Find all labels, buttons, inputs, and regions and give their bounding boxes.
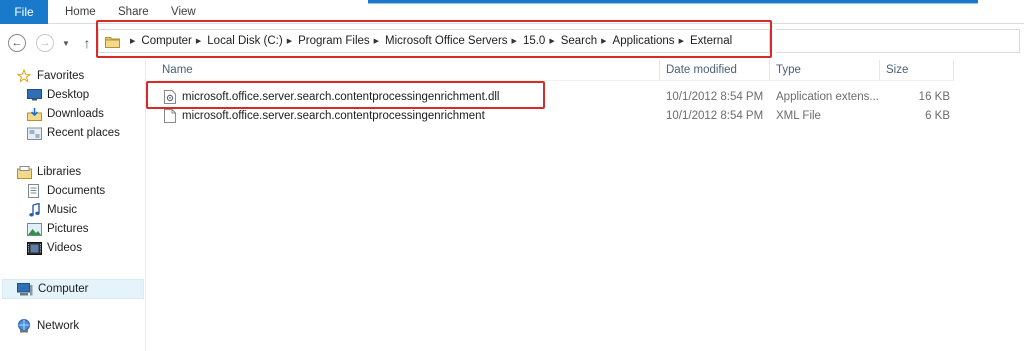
forward-arrow-icon[interactable]: → xyxy=(36,34,54,52)
tab-view[interactable]: View xyxy=(171,6,196,18)
desktop-icon xyxy=(26,88,42,102)
pictures-icon xyxy=(26,222,42,236)
star-icon xyxy=(16,69,32,83)
computer-icon xyxy=(17,282,33,296)
sidebar-item-recent-places[interactable]: Recent places xyxy=(26,124,120,142)
sidebar-item-downloads[interactable]: Downloads xyxy=(26,105,104,123)
column-header-date-modified[interactable]: Date modified xyxy=(660,60,770,80)
libraries-icon xyxy=(16,165,32,179)
recent-locations-chevron-icon[interactable]: ▼ xyxy=(60,36,72,50)
up-arrow-icon[interactable]: ↑ xyxy=(80,33,94,53)
network-icon xyxy=(16,319,32,333)
file-highlight-box xyxy=(146,81,545,109)
downloads-icon xyxy=(26,107,42,121)
file-date: 10/1/2012 8:54 PM xyxy=(666,109,764,122)
xml-file-icon xyxy=(164,108,176,123)
sidebar-item-documents[interactable]: Documents xyxy=(26,182,105,200)
file-date: 10/1/2012 8:54 PM xyxy=(666,90,764,103)
file-size: 16 KB xyxy=(918,90,950,103)
videos-icon xyxy=(26,241,42,255)
recent-places-icon xyxy=(26,126,42,140)
sidebar-item-libraries[interactable]: Libraries xyxy=(16,163,81,181)
file-list: Name Date modified Type Size microsoft.o… xyxy=(146,60,1024,351)
sidebar-item-computer[interactable]: Computer xyxy=(2,279,144,299)
file-size: 6 KB xyxy=(925,109,950,122)
column-header-type[interactable]: Type xyxy=(770,60,880,80)
sidebar-item-network[interactable]: Network xyxy=(16,317,79,335)
column-header-size[interactable]: Size xyxy=(880,60,954,80)
navigation-pane: Favorites Desktop Downloads Recent place… xyxy=(0,60,146,351)
sidebar-item-videos[interactable]: Videos xyxy=(26,239,82,257)
documents-icon xyxy=(26,184,42,198)
tab-file[interactable]: File xyxy=(0,0,48,24)
file-type: XML File xyxy=(776,109,821,122)
search-input[interactable] xyxy=(776,29,1020,53)
music-icon xyxy=(26,203,42,217)
sidebar-item-desktop[interactable]: Desktop xyxy=(26,86,89,104)
tab-share[interactable]: Share xyxy=(118,6,149,18)
column-header-name[interactable]: Name xyxy=(156,60,660,80)
back-arrow-icon[interactable]: ← xyxy=(8,34,26,52)
file-type: Application extens... xyxy=(776,90,879,103)
sidebar-item-pictures[interactable]: Pictures xyxy=(26,220,89,238)
sidebar-item-favorites[interactable]: Favorites xyxy=(16,67,84,85)
title-bar-fragment-edge xyxy=(368,3,978,4)
file-name: microsoft.office.server.search.contentpr… xyxy=(182,109,485,122)
address-highlight-box xyxy=(96,20,772,58)
tab-home[interactable]: Home xyxy=(65,6,96,18)
sidebar-item-music[interactable]: Music xyxy=(26,201,77,219)
